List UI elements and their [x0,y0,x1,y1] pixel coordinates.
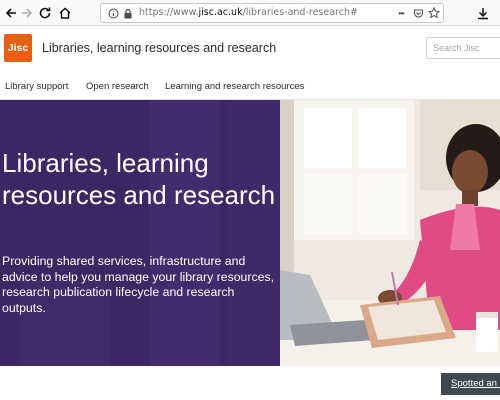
search-input[interactable]: Search Jisc [426,37,500,59]
section-nav: Library support Open research Learning a… [0,72,500,100]
page-actions-icon[interactable]: ••• [395,7,407,19]
nav-item-learning-research-resources[interactable]: Learning and research resources [165,81,304,92]
hero-title: Libraries, learning resources and resear… [2,148,276,210]
nav-item-library-support[interactable]: Library support [5,81,68,92]
download-icon[interactable] [474,4,492,22]
lock-icon[interactable] [122,7,134,19]
forward-icon[interactable] [18,4,36,22]
url-text[interactable]: https://www.jisc.ac.uk/libraries-and-res… [139,7,358,18]
hero-description: Providing shared services, infrastructur… [2,254,275,315]
info-icon[interactable] [107,7,119,19]
hero-panel [0,100,280,366]
bookmark-star-icon[interactable] [428,7,440,19]
page-below-hero [0,366,500,400]
jisc-logo[interactable]: Jisc [4,34,32,62]
nav-item-open-research[interactable]: Open research [86,81,149,92]
home-icon[interactable] [56,4,74,22]
pocket-icon[interactable] [412,7,424,19]
reload-icon[interactable] [36,4,54,22]
address-bar[interactable]: https://www.jisc.ac.uk/libraries-and-res… [100,3,444,23]
hero-image [280,100,500,366]
feedback-button[interactable]: Spotted an issue? [441,373,500,395]
site-header: Jisc Libraries, learning resources and r… [0,27,500,72]
site-title: Libraries, learning resources and resear… [42,41,277,55]
search-placeholder: Search Jisc [433,43,480,53]
browser-toolbar: https://www.jisc.ac.uk/libraries-and-res… [0,0,500,26]
